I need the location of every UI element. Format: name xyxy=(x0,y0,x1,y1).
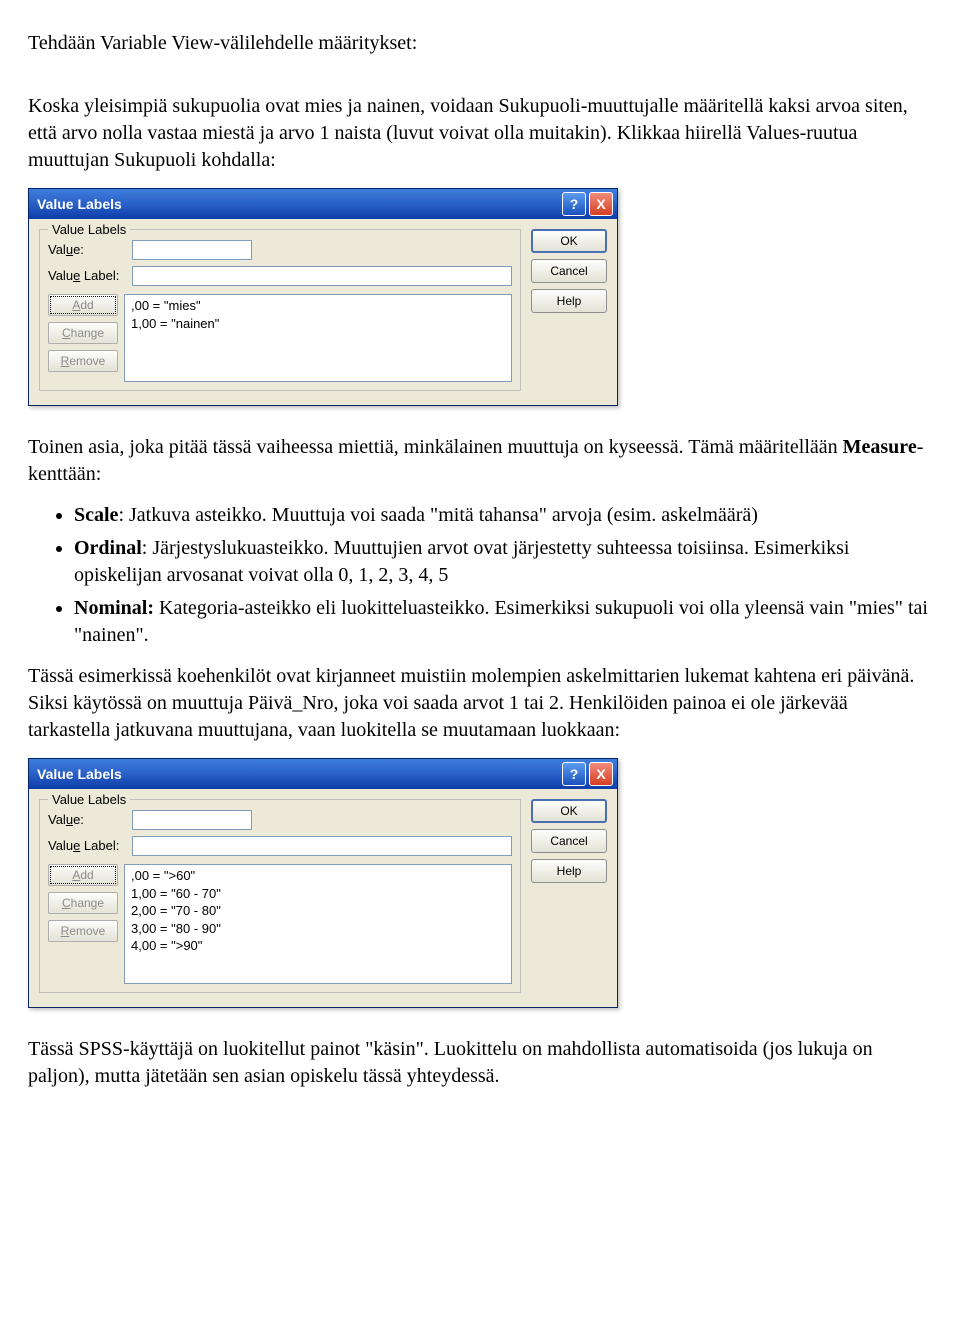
close-icon[interactable]: X xyxy=(589,762,613,786)
bullet-scale: Scale: Jatkuva asteikko. Muuttuja voi sa… xyxy=(74,502,932,529)
bullet-nominal: Nominal: Kategoria-asteikko eli luokitte… xyxy=(74,595,932,649)
remove-button[interactable]: Remove xyxy=(48,350,118,372)
value-label-input[interactable] xyxy=(132,836,512,856)
help-icon[interactable]: ? xyxy=(562,762,586,786)
value-labels-dialog-1: Value Labels ? X Value Labels Value: Val… xyxy=(28,188,618,406)
ok-button[interactable]: OK xyxy=(531,799,607,823)
value-label-label: Value Label: xyxy=(48,837,126,855)
change-button[interactable]: Change xyxy=(48,892,118,914)
ok-button[interactable]: OK xyxy=(531,229,607,253)
value-label-label: Value Label: xyxy=(48,267,126,285)
paragraph-4: Tässä esimerkissä koehenkilöt ovat kirja… xyxy=(28,663,932,744)
cancel-button[interactable]: Cancel xyxy=(531,829,607,853)
value-input[interactable] xyxy=(132,810,252,830)
paragraph-3: Toinen asia, joka pitää tässä vaiheessa … xyxy=(28,434,932,488)
close-icon[interactable]: X xyxy=(589,192,613,216)
remove-button[interactable]: Remove xyxy=(48,920,118,942)
value-labels-group: Value Labels Value: Value Label: Add Cha… xyxy=(39,229,521,391)
help-icon[interactable]: ? xyxy=(562,192,586,216)
value-labels-dialog-2: Value Labels ? X Value Labels Value: Val… xyxy=(28,758,618,1008)
add-button[interactable]: Add xyxy=(48,864,118,886)
titlebar: Value Labels ? X xyxy=(29,759,617,789)
add-button[interactable]: Add xyxy=(48,294,118,316)
values-list[interactable]: ,00 = ">60" 1,00 = "60 - 70" 2,00 = "70 … xyxy=(124,864,512,984)
measure-bullet-list: Scale: Jatkuva asteikko. Muuttuja voi sa… xyxy=(28,502,932,649)
titlebar: Value Labels ? X xyxy=(29,189,617,219)
value-label-input[interactable] xyxy=(132,266,512,286)
help-button[interactable]: Help xyxy=(531,859,607,883)
value-label: Value: xyxy=(48,241,126,259)
group-legend: Value Labels xyxy=(48,221,130,239)
paragraph-1: Tehdään Variable View-välilehdelle määri… xyxy=(28,30,932,57)
paragraph-2: Koska yleisimpiä sukupuolia ovat mies ja… xyxy=(28,93,932,174)
dialog-title: Value Labels xyxy=(37,765,562,784)
dialog-title: Value Labels xyxy=(37,195,562,214)
values-list[interactable]: ,00 = "mies" 1,00 = "nainen" xyxy=(124,294,512,382)
value-input[interactable] xyxy=(132,240,252,260)
change-button[interactable]: Change xyxy=(48,322,118,344)
paragraph-5: Tässä SPSS-käyttäjä on luokitellut paino… xyxy=(28,1036,932,1090)
value-labels-group: Value Labels Value: Value Label: Add Cha… xyxy=(39,799,521,993)
value-label: Value: xyxy=(48,811,126,829)
help-button[interactable]: Help xyxy=(531,289,607,313)
cancel-button[interactable]: Cancel xyxy=(531,259,607,283)
bullet-ordinal: Ordinal: Järjestyslukuasteikko. Muuttuji… xyxy=(74,535,932,589)
group-legend: Value Labels xyxy=(48,791,130,809)
